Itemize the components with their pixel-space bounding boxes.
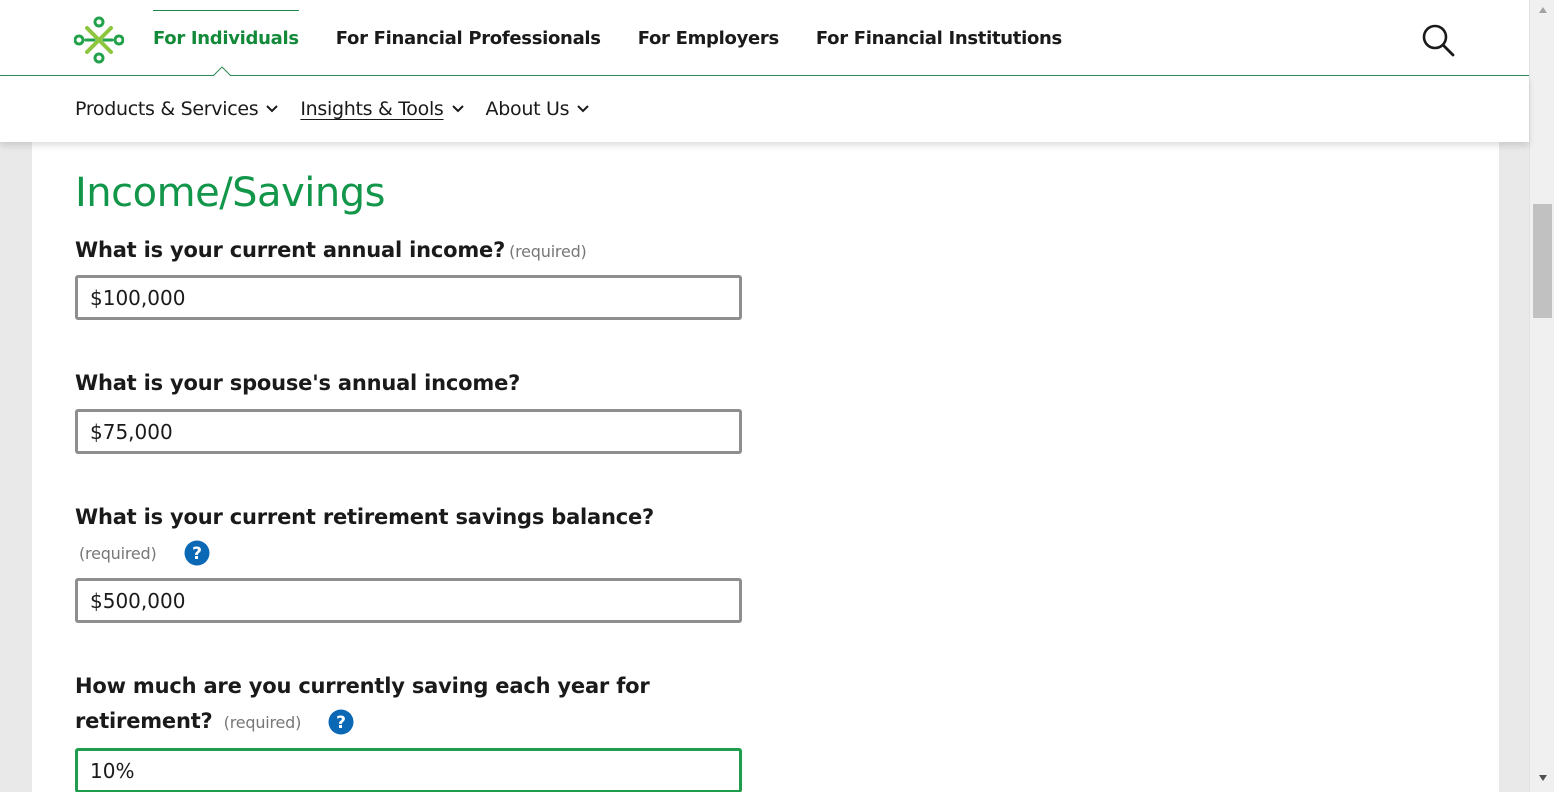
help-icon[interactable]: ?: [328, 709, 354, 735]
question-spouse-income: What is your spouse's annual income?: [75, 366, 675, 401]
top-header: For Individuals For Financial Profession…: [0, 0, 1529, 77]
nav-for-individuals[interactable]: For Individuals: [153, 9, 299, 49]
income-savings-form: Income/Savings What is your current annu…: [32, 142, 1499, 792]
question-label: How much are you currently saving each y…: [75, 674, 650, 733]
nav-for-financial-professionals[interactable]: For Financial Professionals: [336, 28, 601, 49]
menu-insights-tools-label: Insights & Tools: [300, 98, 444, 120]
required-note: (required): [79, 544, 157, 563]
secondary-nav-bar: Products & Services Insights & Tools Abo…: [0, 76, 1529, 142]
menu-about-us[interactable]: About Us: [486, 98, 591, 120]
question-label: What is your current annual income?: [75, 238, 506, 262]
annual-income-input[interactable]: [75, 275, 742, 320]
search-icon[interactable]: [1420, 22, 1456, 58]
svg-text:?: ?: [336, 713, 346, 733]
svg-text:?: ?: [192, 544, 202, 564]
page-scrollbar[interactable]: [1529, 0, 1554, 792]
menu-insights-tools[interactable]: Insights & Tools: [300, 98, 464, 120]
chevron-down-icon: [266, 105, 279, 113]
question-retirement-balance: What is your current retirement savings …: [75, 500, 675, 571]
section-title: Income/Savings: [75, 170, 385, 216]
required-note: (required): [509, 242, 587, 261]
scroll-down-arrow-icon[interactable]: [1538, 774, 1548, 782]
annual-saving-input[interactable]: [75, 748, 742, 792]
menu-products-services-label: Products & Services: [75, 98, 259, 120]
spouse-income-input[interactable]: [75, 409, 742, 454]
nav-for-employers[interactable]: For Employers: [638, 28, 779, 49]
menu-about-us-label: About Us: [485, 98, 570, 120]
audience-nav: For Individuals For Financial Profession…: [153, 0, 1099, 76]
help-icon[interactable]: ?: [184, 540, 210, 566]
question-label: What is your current retirement savings …: [75, 505, 655, 529]
retirement-balance-input[interactable]: [75, 578, 742, 623]
chevron-down-icon: [451, 105, 464, 113]
question-annual-income: What is your current annual income? (requ…: [75, 233, 675, 269]
question-label: What is your spouse's annual income?: [75, 371, 521, 395]
scroll-up-arrow-icon[interactable]: [1538, 6, 1548, 14]
menu-products-services[interactable]: Products & Services: [75, 98, 279, 120]
secondary-nav: Products & Services Insights & Tools Abo…: [75, 76, 611, 142]
company-logo[interactable]: [74, 16, 124, 64]
nav-for-financial-institutions[interactable]: For Financial Institutions: [816, 28, 1062, 49]
question-annual-saving: How much are you currently saving each y…: [75, 669, 675, 740]
scrollbar-thumb[interactable]: [1533, 204, 1552, 318]
chevron-down-icon: [577, 105, 589, 113]
required-note: (required): [223, 713, 302, 732]
